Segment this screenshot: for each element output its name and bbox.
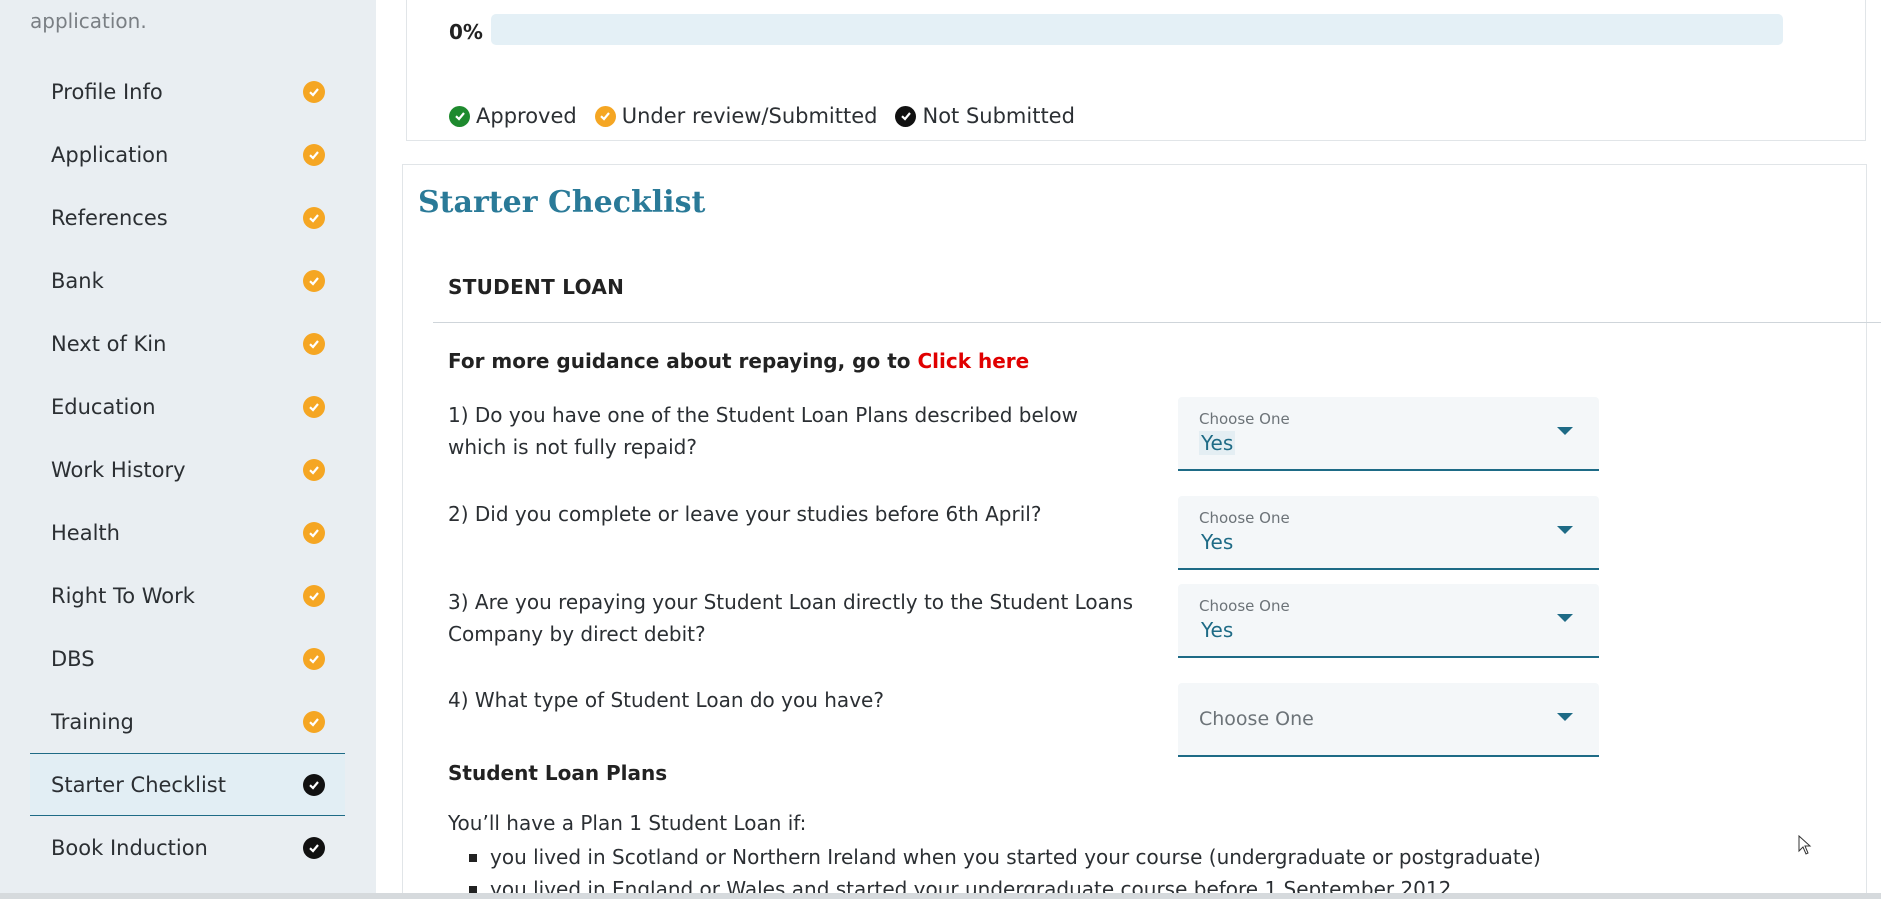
sidebar-item-education[interactable]: Education (30, 375, 345, 438)
legend-not-submitted: Not Submitted (895, 104, 1075, 128)
question-4-select[interactable]: Choose One (1178, 683, 1599, 757)
sidebar-item-label: References (51, 205, 168, 230)
progress-bar (491, 14, 1783, 45)
under-review-check-icon (303, 80, 325, 103)
legend-under-review: Under review/Submitted (594, 104, 878, 128)
select-value: Yes (1201, 530, 1234, 554)
mouse-cursor-icon (1798, 835, 1812, 855)
progress-card: 0% Approved Under review/Submitted Not S… (406, 0, 1866, 141)
caret-down-icon (1557, 427, 1573, 435)
under-review-check-icon (303, 395, 325, 418)
under-review-check-icon (303, 332, 325, 355)
sidebar-item-label: DBS (51, 646, 95, 671)
select-value: Yes (1201, 618, 1234, 642)
starter-checklist-card: Starter Checklist STUDENT LOAN For more … (402, 164, 1881, 899)
question-2-select[interactable]: Choose One Yes (1178, 496, 1599, 570)
sidebar-item-label: Right To Work (51, 583, 195, 608)
section-divider (433, 322, 1881, 323)
under-review-check-icon (594, 105, 616, 127)
approved-check-icon (449, 105, 470, 127)
sidebar-item-next-of-kin[interactable]: Next of Kin (30, 312, 345, 375)
list-item: you lived in Scotland or Northern Irelan… (469, 841, 1541, 873)
question-2: 2) Did you complete or leave your studie… (448, 502, 1042, 526)
legend-under-review-label: Under review/Submitted (621, 104, 878, 128)
sidebar: application. Profile Info Application Re… (0, 0, 376, 899)
under-review-check-icon (303, 584, 325, 607)
caret-down-icon (1557, 713, 1573, 721)
sidebar-item-label: Work History (51, 457, 186, 482)
sidebar-item-label: Profile Info (51, 79, 163, 104)
sidebar-item-label: Education (51, 394, 156, 419)
under-review-check-icon (303, 521, 325, 544)
sidebar-nav: Profile Info Application References Bank… (30, 60, 345, 879)
select-value: Yes (1199, 431, 1236, 455)
page-title: Starter Checklist (418, 185, 706, 220)
legend-approved: Approved (449, 104, 577, 128)
sidebar-item-right-to-work[interactable]: Right To Work (30, 564, 345, 627)
legend-approved-label: Approved (476, 104, 577, 128)
sidebar-item-work-history[interactable]: Work History (30, 438, 345, 501)
sidebar-intro-text: application. (30, 9, 147, 33)
plan1-list: you lived in Scotland or Northern Irelan… (469, 841, 1541, 899)
under-review-check-icon (303, 647, 325, 670)
under-review-check-icon (303, 710, 325, 733)
sidebar-item-profile-info[interactable]: Profile Info (30, 60, 345, 123)
caret-down-icon (1557, 614, 1573, 622)
under-review-check-icon (303, 206, 325, 229)
guidance-link[interactable]: Click here (917, 349, 1029, 373)
guidance-text: For more guidance about repaying, go to … (448, 349, 1029, 373)
sidebar-item-starter-checklist[interactable]: Starter Checklist (30, 753, 345, 816)
sidebar-item-application[interactable]: Application (30, 123, 345, 186)
sidebar-item-bank[interactable]: Bank (30, 249, 345, 312)
caret-down-icon (1557, 526, 1573, 534)
not-submitted-check-icon (303, 836, 325, 859)
guidance-label: For more guidance about repaying, go to (448, 349, 911, 373)
question-3: 3) Are you repaying your Student Loan di… (448, 590, 1134, 646)
sidebar-item-training[interactable]: Training (30, 690, 345, 753)
sidebar-item-health[interactable]: Health (30, 501, 345, 564)
plans-title: Student Loan Plans (448, 761, 668, 785)
legend-not-submitted-label: Not Submitted (922, 104, 1075, 128)
sidebar-item-label: Starter Checklist (51, 772, 226, 797)
not-submitted-check-icon (895, 105, 917, 127)
sidebar-item-label: Bank (51, 268, 104, 293)
select-placeholder: Choose One (1199, 708, 1314, 730)
sidebar-item-dbs[interactable]: DBS (30, 627, 345, 690)
sidebar-item-label: Book Induction (51, 835, 208, 860)
not-submitted-check-icon (303, 773, 325, 796)
question-1: 1) Do you have one of the Student Loan P… (448, 403, 1078, 459)
under-review-check-icon (303, 269, 325, 292)
question-4: 4) What type of Student Loan do you have… (448, 688, 884, 712)
under-review-check-icon (303, 458, 325, 481)
sidebar-item-label: Application (51, 142, 169, 167)
select-label: Choose One (1199, 410, 1290, 428)
section-title: STUDENT LOAN (448, 275, 625, 299)
sidebar-item-label: Training (51, 709, 134, 734)
main-content: 0% Approved Under review/Submitted Not S… (376, 0, 1881, 899)
question-1-select[interactable]: Choose One Yes (1178, 397, 1599, 471)
sidebar-item-label: Health (51, 520, 120, 545)
status-legend: Approved Under review/Submitted Not Subm… (449, 104, 1093, 128)
plan1-intro: You’ll have a Plan 1 Student Loan if: (448, 811, 807, 835)
question-3-select[interactable]: Choose One Yes (1178, 584, 1599, 658)
sidebar-item-references[interactable]: References (30, 186, 345, 249)
select-label: Choose One (1199, 597, 1290, 615)
progress-percent: 0% (449, 20, 483, 44)
bottom-scroll-edge (0, 893, 1881, 899)
select-label: Choose One (1199, 509, 1290, 527)
sidebar-item-book-induction[interactable]: Book Induction (30, 816, 345, 879)
under-review-check-icon (303, 143, 325, 166)
sidebar-item-label: Next of Kin (51, 331, 167, 356)
